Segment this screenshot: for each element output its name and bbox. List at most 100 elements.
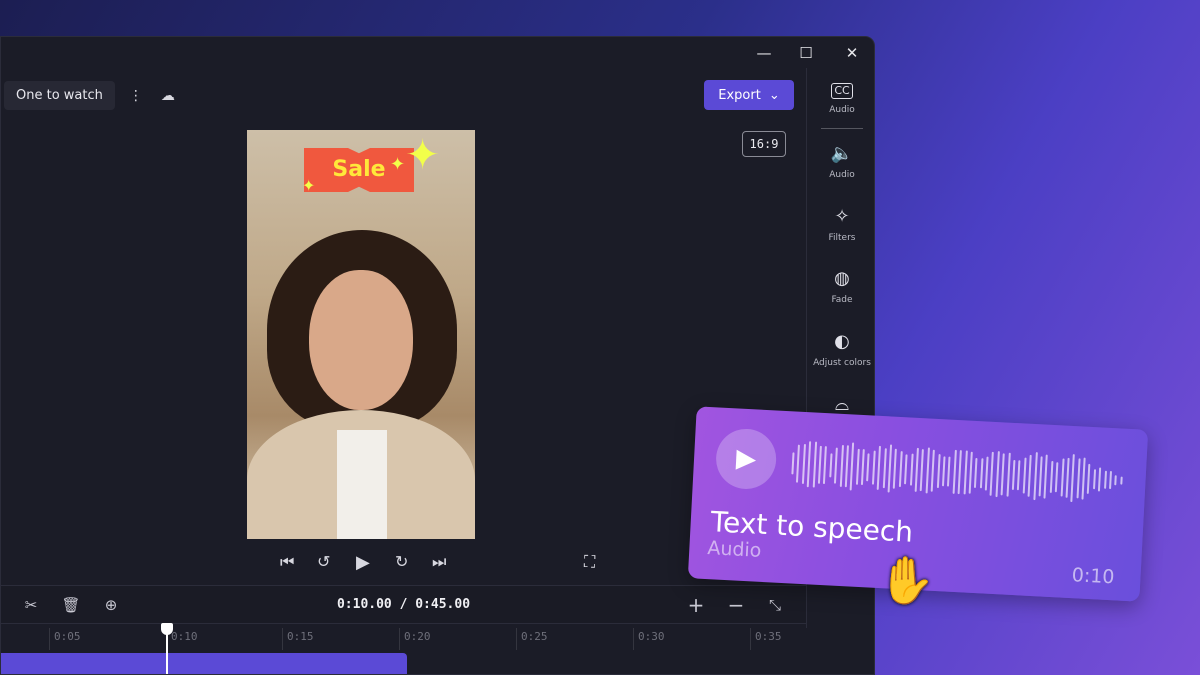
waveform-bar	[855, 448, 860, 486]
rewind-5-icon[interactable]: ↺	[317, 552, 330, 571]
skip-forward-icon[interactable]: ⏭	[432, 552, 446, 572]
timeline-clip[interactable]	[1, 653, 407, 674]
waveform-bar	[866, 453, 871, 481]
forward-5-icon[interactable]: ↻	[395, 552, 408, 571]
waveform-bar	[914, 447, 919, 493]
waveform-bar	[947, 456, 951, 487]
waveform-bar	[1087, 463, 1091, 494]
zoom-in-icon[interactable]: +	[681, 590, 711, 620]
waveform-bar	[920, 449, 925, 491]
waveform-bar	[1032, 452, 1038, 500]
waveform-bar	[904, 454, 908, 484]
tick-label: 0:35	[750, 628, 782, 650]
more-options-icon[interactable]: ⋮	[125, 88, 147, 104]
close-button[interactable]: ✕	[837, 41, 867, 65]
trash-icon[interactable]: 🗑	[56, 590, 86, 620]
sparkle-icon: ✦	[302, 176, 316, 195]
sidebar-item-adjust-colors[interactable]: ◐ Adjust colors	[807, 331, 874, 368]
waveform-bar	[957, 450, 962, 495]
sidebar-item-fade[interactable]: ◍ Fade	[807, 268, 874, 305]
waveform-bar	[1109, 471, 1113, 489]
waveform-bar	[1011, 460, 1016, 490]
zoom-out-icon[interactable]: −	[721, 590, 751, 620]
cloud-saved-icon[interactable]: ☁	[157, 88, 179, 104]
sidebar-item-audio[interactable]: 🔈 Audio	[807, 143, 874, 180]
waveform-bar	[1114, 474, 1118, 486]
waveform-bar	[963, 449, 968, 495]
chevron-down-icon: ⌄	[768, 87, 780, 103]
maximize-button[interactable]: ☐	[791, 41, 821, 65]
waveform-bar	[941, 456, 946, 487]
tick-label: 0:20	[399, 628, 431, 650]
waveform-bar	[801, 443, 806, 485]
waveform-bar	[871, 450, 876, 486]
sidebar-item-label: Adjust colors	[813, 358, 871, 368]
waveform-bar	[974, 457, 978, 489]
waveform-bar	[1006, 452, 1011, 497]
tick-label: 0:15	[282, 628, 314, 650]
sidebar-item-label: Audio	[829, 170, 855, 180]
contrast-icon: ◐	[834, 331, 850, 352]
sidebar-item-label: Filters	[828, 233, 856, 243]
waveform-bar	[796, 444, 801, 483]
waveform-bar	[882, 447, 887, 489]
waveform-bar	[823, 446, 828, 484]
sparkle-icon: ✦	[390, 154, 406, 175]
waveform-bar	[791, 452, 795, 475]
waveform-bar	[1000, 453, 1006, 496]
export-button[interactable]: Export ⌄	[704, 80, 794, 110]
person-face	[309, 270, 413, 410]
add-media-icon[interactable]: ⊕	[96, 590, 126, 620]
waveform-bar	[1098, 467, 1102, 492]
waveform-bar	[1076, 457, 1081, 499]
waveform-bar	[1120, 476, 1123, 485]
waveform-bar	[876, 446, 882, 490]
fit-timeline-icon[interactable]: ⤡	[760, 590, 790, 620]
waveform-bar	[860, 448, 865, 486]
grab-hand-cursor-icon: ✋	[878, 553, 936, 607]
person-shirt	[337, 430, 387, 539]
waveform-bar	[812, 441, 817, 488]
video-preview[interactable]: Sale ✦ ✦ ✦	[247, 130, 475, 539]
sidebar-item-captions[interactable]: CC Audio	[807, 80, 874, 115]
waveform-bar	[834, 447, 838, 484]
speaker-icon: 🔈	[830, 143, 854, 164]
play-button[interactable]: ▶	[714, 427, 778, 491]
minimize-button[interactable]: —	[749, 41, 779, 65]
skip-back-icon[interactable]: ⏮	[280, 552, 294, 572]
waveform-bar	[990, 452, 995, 496]
play-icon[interactable]: ▶	[356, 552, 370, 573]
sidebar-item-label: Audio	[829, 105, 855, 115]
waveform-bar	[909, 453, 914, 487]
playhead-handle[interactable]	[161, 623, 173, 635]
waveform-bar	[898, 451, 903, 487]
waveform-bar	[887, 444, 893, 493]
sidebar-item-label: Fade	[831, 295, 853, 305]
waveform-bar	[979, 457, 984, 489]
timeline-toolbar: 0:10.00 / 0:45.00 ✂ 🗑 ⊕ + − ⤡	[1, 585, 806, 623]
waveform-bar	[1092, 468, 1096, 490]
waveform-bar	[1054, 462, 1059, 492]
waveform-bar	[952, 449, 957, 494]
waveform-bar	[839, 444, 844, 488]
scissors-icon[interactable]: ✂	[16, 590, 46, 620]
tick-label: 0:05	[49, 628, 81, 650]
waveform-bar	[925, 447, 930, 494]
sidebar-item-filters[interactable]: ✧ Filters	[807, 206, 874, 243]
waveform-bar	[1022, 457, 1027, 494]
waveform-bar	[1065, 458, 1070, 498]
waveform-bar	[936, 454, 941, 488]
export-label: Export	[718, 87, 761, 103]
waveform-bar	[1043, 454, 1049, 499]
timeline-ruler[interactable]: 0:05 0:10 0:15 0:20 0:25 0:30 0:35	[1, 623, 806, 651]
fullscreen-icon[interactable]: ⛶	[584, 552, 595, 572]
card-duration: 0:10	[1071, 564, 1116, 589]
divider	[821, 128, 863, 129]
project-name-button[interactable]: One to watch	[4, 81, 115, 110]
title-bar: — ☐ ✕	[1, 37, 874, 68]
waveform-bar	[806, 441, 812, 487]
aspect-ratio-button[interactable]: 16:9	[742, 131, 786, 157]
tick-label: 0:25	[516, 628, 548, 650]
waveform-bar	[968, 451, 973, 495]
waveform-bar	[1017, 460, 1021, 491]
